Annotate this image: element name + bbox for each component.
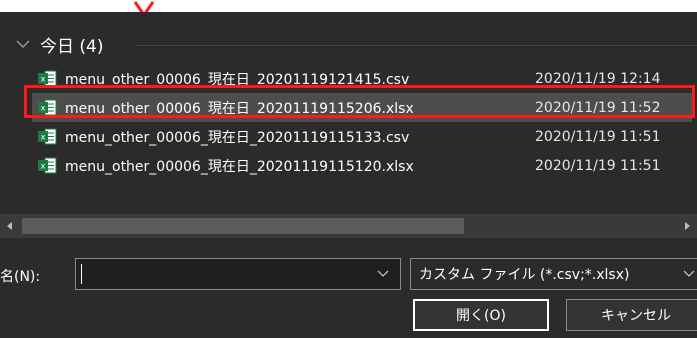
horizontal-scrollbar[interactable] bbox=[0, 214, 697, 238]
filename-input[interactable] bbox=[75, 258, 401, 290]
file-row[interactable]: x menu_other_00006_現在日_20201119115120.xl… bbox=[32, 151, 692, 180]
chevron-down-icon bbox=[16, 40, 30, 48]
file-type-select[interactable]: カスタム ファイル (*.csv;*.xlsx) bbox=[410, 258, 697, 290]
file-name: menu_other_00006_現在日_20201119115133.csv bbox=[65, 129, 410, 146]
file-date: 2020/11/19 11:51 bbox=[535, 157, 661, 174]
scrollbar-thumb[interactable] bbox=[22, 218, 464, 234]
excel-file-icon: x bbox=[38, 128, 57, 145]
svg-text:x: x bbox=[41, 133, 46, 142]
open-button[interactable]: 開く(O) bbox=[413, 299, 549, 331]
text-caret bbox=[81, 264, 82, 284]
file-type-value: カスタム ファイル (*.csv;*.xlsx) bbox=[419, 267, 630, 283]
svg-text:x: x bbox=[41, 75, 46, 84]
file-date: 2020/11/19 11:51 bbox=[535, 128, 661, 145]
cancel-button[interactable]: キャンセル bbox=[566, 299, 697, 331]
scroll-right-icon[interactable] bbox=[679, 218, 695, 234]
group-header-today[interactable]: 今日 (4) bbox=[16, 32, 104, 57]
group-title: 今日 (4) bbox=[40, 36, 104, 57]
chevron-down-icon[interactable] bbox=[683, 269, 695, 279]
excel-file-icon: x bbox=[38, 157, 57, 174]
filename-label: 名(N): bbox=[0, 269, 41, 285]
selection-highlight-box bbox=[24, 85, 695, 118]
file-row[interactable]: x menu_other_00006_現在日_20201119115133.cs… bbox=[32, 122, 692, 151]
scroll-left-icon[interactable] bbox=[2, 218, 18, 234]
chevron-down-icon[interactable] bbox=[377, 269, 389, 279]
svg-text:x: x bbox=[41, 162, 46, 171]
file-dialog: 今日 (4) x menu_other_00006_現在日_2020111912… bbox=[0, 12, 697, 338]
group-divider bbox=[135, 45, 697, 46]
file-name: menu_other_00006_現在日_20201119115120.xlsx bbox=[65, 158, 414, 175]
